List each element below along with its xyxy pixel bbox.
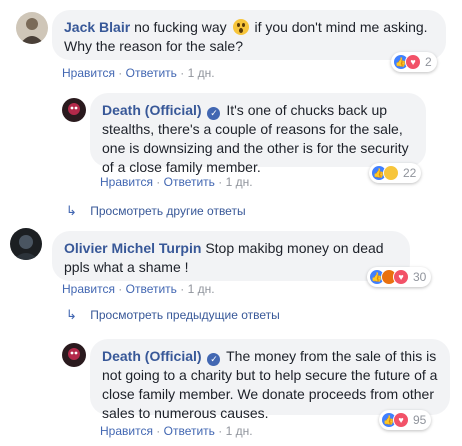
view-other-replies-label: Просмотреть другие ответы xyxy=(90,204,246,218)
reactions-summary[interactable]: 👍 ♥ 30 xyxy=(367,267,432,287)
reply-arrow-icon: ↳ xyxy=(66,307,77,322)
reactions-count: 2 xyxy=(425,55,432,69)
comment-text: no fucking way xyxy=(134,19,227,35)
timestamp[interactable]: 1 дн. xyxy=(188,282,215,296)
verified-badge-icon: ✓ xyxy=(207,107,221,120)
reply-arrow-icon: ↳ xyxy=(66,203,77,218)
like-link[interactable]: Нравится xyxy=(100,424,153,438)
avatar[interactable] xyxy=(62,343,86,367)
timestamp[interactable]: 1 дн. xyxy=(226,424,253,438)
view-previous-replies-link[interactable]: ↳ Просмотреть предыдущие ответы xyxy=(66,307,280,323)
wow-emoji-icon xyxy=(232,19,249,35)
reply-link[interactable]: Ответить xyxy=(164,424,215,438)
reply-link[interactable]: Ответить xyxy=(126,282,177,296)
comment-bubble: Olivier Michel Turpin Stop makibg money … xyxy=(52,231,410,281)
love-reaction-icon: ♥ xyxy=(393,269,409,285)
avatar[interactable] xyxy=(62,98,86,122)
reply-link[interactable]: Ответить xyxy=(126,66,177,80)
love-reaction-icon: ♥ xyxy=(393,412,409,428)
reactions-count: 22 xyxy=(403,166,417,180)
comment-actions: Нравится · Ответить · 1 дн. xyxy=(62,282,215,296)
reactions-count: 95 xyxy=(413,413,427,427)
reactions-summary[interactable]: 👍 ♥ 2 xyxy=(391,52,437,72)
author-name[interactable]: Olivier Michel Turpin xyxy=(64,240,201,256)
author-name[interactable]: Death (Official) xyxy=(102,102,202,118)
author-name[interactable]: Jack Blair xyxy=(64,19,130,35)
reactions-count: 30 xyxy=(413,270,427,284)
comment-actions: Нравится · Ответить · 1 дн. xyxy=(62,66,215,80)
author-name[interactable]: Death (Official) xyxy=(102,348,202,364)
avatar[interactable] xyxy=(10,228,42,260)
reactions-summary[interactable]: 👍 22 xyxy=(369,163,422,183)
love-reaction-icon: ♥ xyxy=(405,54,421,70)
avatar[interactable] xyxy=(16,12,48,44)
comment-bubble: Death (Official) ✓ It's one of chucks ba… xyxy=(90,93,426,175)
reply-link[interactable]: Ответить xyxy=(164,175,215,189)
sad-reaction-icon xyxy=(383,165,399,181)
like-link[interactable]: Нравится xyxy=(62,66,115,80)
timestamp[interactable]: 1 дн. xyxy=(226,175,253,189)
like-link[interactable]: Нравится xyxy=(62,282,115,296)
comment-actions: Нравится · Ответить · 1 дн. xyxy=(100,175,253,189)
like-link[interactable]: Нравится xyxy=(100,175,153,189)
verified-badge-icon: ✓ xyxy=(207,353,221,366)
comment-actions: Нравится · Ответить · 1 дн. xyxy=(100,424,253,438)
comment-bubble: Jack Blair no fucking way if you don't m… xyxy=(52,10,446,60)
timestamp[interactable]: 1 дн. xyxy=(188,66,215,80)
view-other-replies-link[interactable]: ↳ Просмотреть другие ответы xyxy=(66,203,246,219)
view-previous-replies-label: Просмотреть предыдущие ответы xyxy=(90,308,280,322)
reactions-summary[interactable]: 👍 ♥ 95 xyxy=(379,410,432,430)
comment-bubble: Death (Official) ✓ The money from the sa… xyxy=(90,339,450,421)
